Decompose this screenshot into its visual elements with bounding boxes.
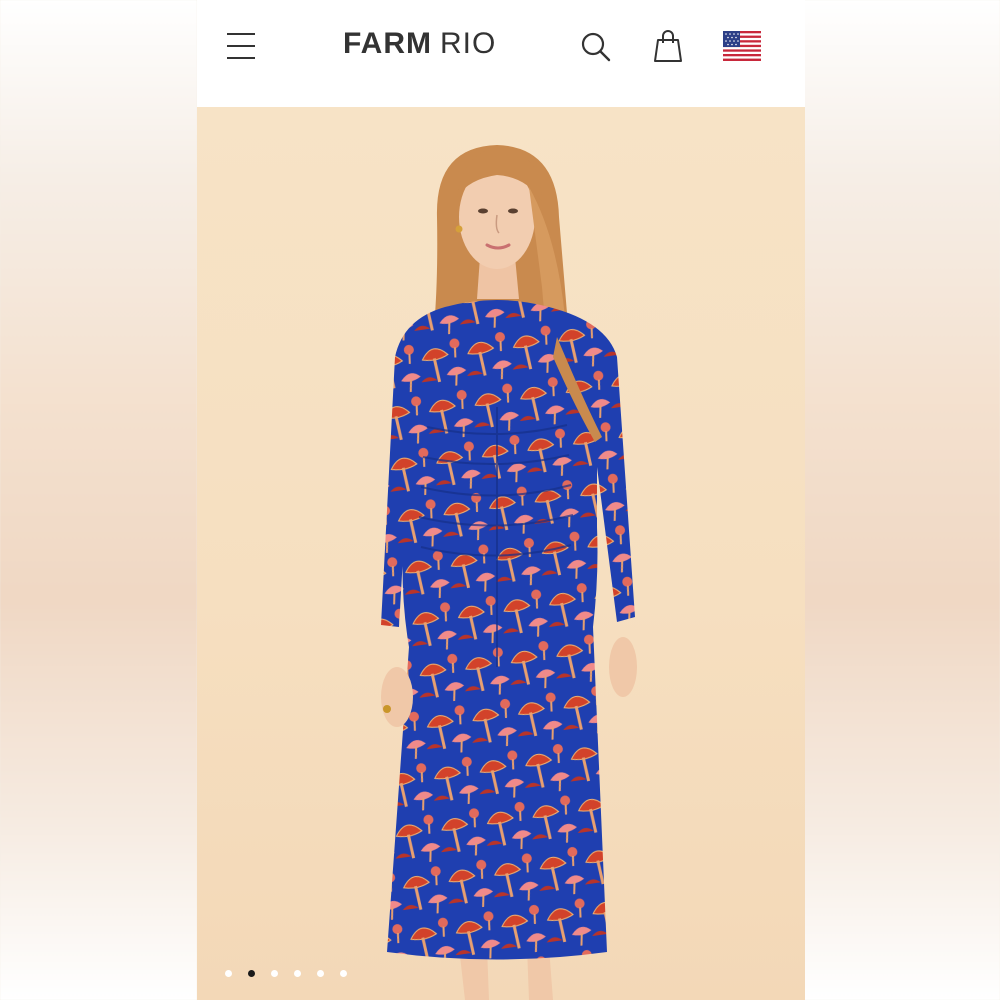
top-navigation-bar: FARM RIO <box>197 0 805 107</box>
hamburger-menu-icon[interactable] <box>227 33 255 59</box>
product-image[interactable] <box>197 107 805 1000</box>
carousel-indicators <box>225 965 363 978</box>
brand-logo[interactable]: FARM RIO <box>343 27 496 67</box>
us-flag-icon[interactable] <box>723 31 761 61</box>
blurred-background-left <box>0 0 197 1000</box>
shopping-bag-icon[interactable] <box>652 28 684 64</box>
brand-logo-rio: RIO <box>440 27 497 60</box>
brand-logo-farm: FARM <box>343 27 432 60</box>
model-wearing-dress-illustration <box>381 145 637 1000</box>
blurred-background-right <box>803 0 1000 1000</box>
mobile-page: FARM RIO <box>197 0 805 1000</box>
search-icon[interactable] <box>580 31 612 63</box>
